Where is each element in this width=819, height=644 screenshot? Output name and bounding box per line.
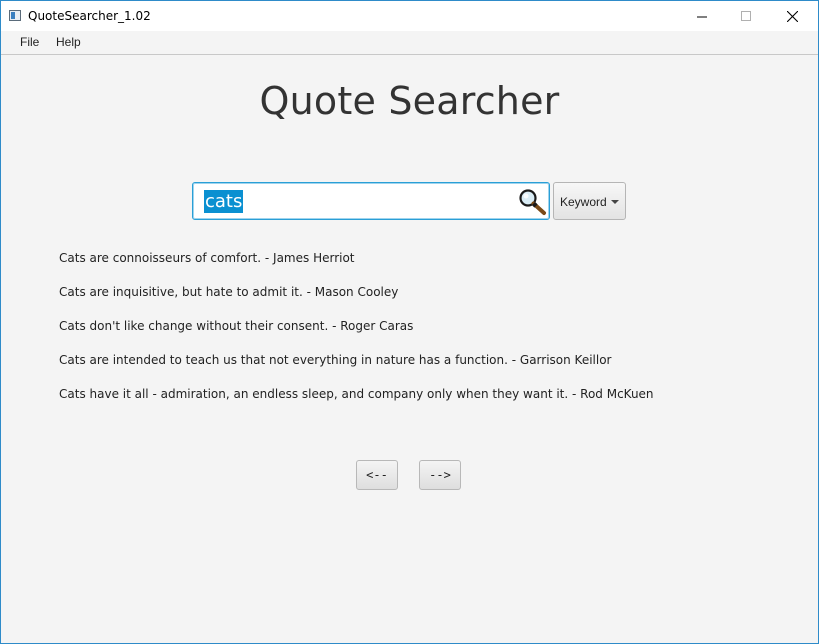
page-title: Quote Searcher — [259, 79, 560, 123]
search-mode-selected: Keyword — [560, 195, 607, 209]
result-item: Cats don't like change without their con… — [59, 319, 414, 333]
app-icon — [9, 10, 21, 21]
menu-bar: File Help — [1, 31, 818, 55]
close-icon — [787, 11, 798, 22]
app-window: QuoteSearcher_1.02 File Help Quote Searc… — [0, 0, 819, 644]
close-button[interactable] — [769, 1, 815, 31]
menu-file[interactable]: File — [20, 35, 39, 49]
chevron-down-icon — [611, 200, 619, 204]
result-item: Cats have it all - admiration, an endles… — [59, 387, 654, 401]
maximize-button[interactable] — [723, 1, 769, 31]
result-item: Cats are intended to teach us that not e… — [59, 353, 612, 367]
maximize-icon — [741, 11, 751, 21]
window-title: QuoteSearcher_1.02 — [28, 9, 151, 23]
result-item: Cats are inquisitive, but hate to admit … — [59, 285, 399, 299]
magnifier-icon[interactable] — [518, 188, 548, 216]
next-page-button[interactable]: --> — [419, 460, 461, 490]
minimize-icon — [697, 16, 707, 18]
title-bar[interactable]: QuoteSearcher_1.02 — [1, 1, 818, 31]
search-input[interactable]: cats — [192, 182, 550, 220]
minimize-button[interactable] — [679, 1, 725, 31]
search-input-value[interactable]: cats — [204, 190, 244, 213]
search-mode-dropdown[interactable]: Keyword — [553, 182, 626, 220]
result-item: Cats are connoisseurs of comfort. - Jame… — [59, 251, 355, 265]
menu-help[interactable]: Help — [56, 35, 81, 49]
previous-page-button[interactable]: <-- — [356, 460, 398, 490]
